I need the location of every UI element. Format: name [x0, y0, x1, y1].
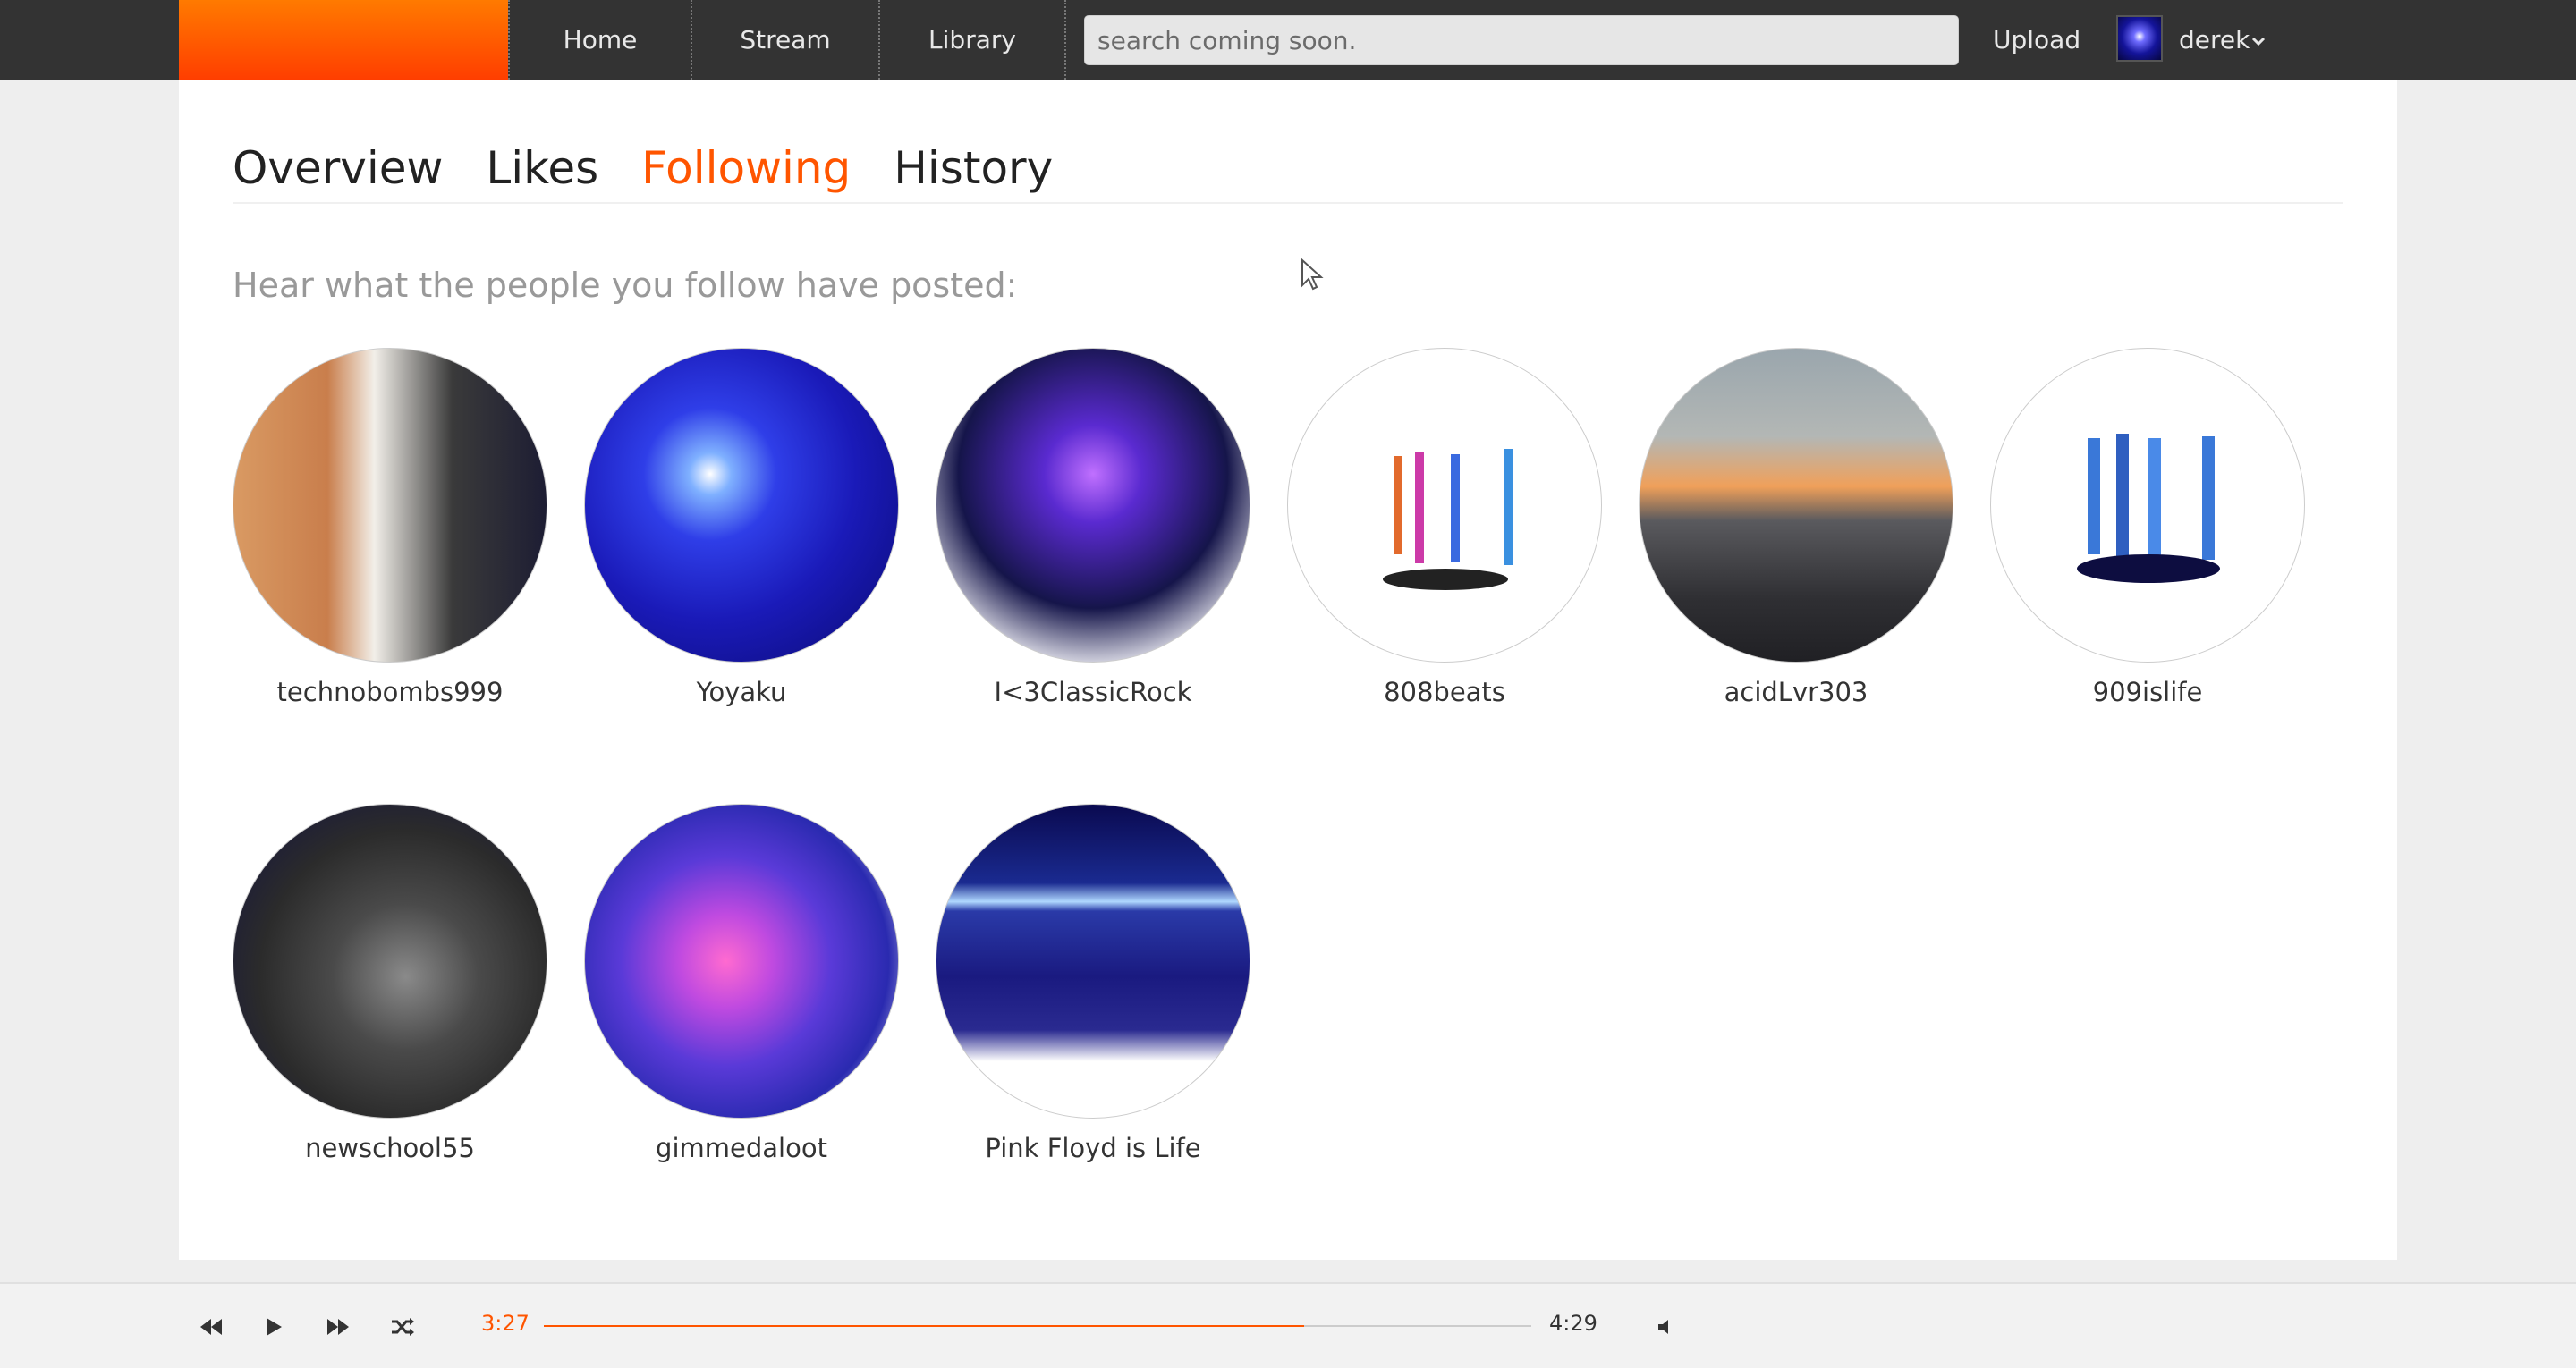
section-intro: Hear what the people you follow have pos… — [233, 266, 1018, 305]
user-name: technobombs999 — [276, 677, 504, 707]
following-card[interactable]: newschool55 — [233, 804, 547, 1163]
chevron-down-icon — [2251, 30, 2266, 51]
user-name: 808beats — [1384, 677, 1505, 707]
user-avatar-image — [936, 804, 1250, 1119]
previous-button[interactable] — [193, 1309, 229, 1345]
shuffle-icon — [392, 1318, 414, 1336]
user-name: 909islife — [2092, 677, 2203, 707]
following-card[interactable]: 808beats — [1287, 348, 1602, 707]
following-card[interactable]: Pink Floyd is Life — [936, 804, 1250, 1163]
user-avatar-image — [936, 348, 1250, 663]
following-card[interactable]: 909islife — [1990, 348, 2305, 707]
user-avatar-image — [584, 804, 899, 1119]
user-avatar-image — [233, 348, 547, 663]
current-time: 3:27 — [481, 1311, 530, 1336]
mouse-cursor-icon — [1301, 258, 1327, 292]
following-card[interactable]: I<3ClassicRock — [936, 348, 1250, 707]
fast-forward-icon — [327, 1319, 349, 1335]
user-name: newschool55 — [305, 1133, 475, 1163]
user-avatar-image — [584, 348, 899, 663]
following-card[interactable]: gimmedaloot — [584, 804, 899, 1163]
progress-bar[interactable] — [544, 1325, 1531, 1327]
username-label: derek — [2179, 25, 2250, 55]
user-name: I<3ClassicRock — [994, 677, 1192, 707]
nav-library[interactable]: Library — [880, 0, 1066, 80]
total-time: 4:29 — [1549, 1311, 1597, 1336]
avatar[interactable] — [2116, 15, 2163, 62]
progress-fill — [544, 1325, 1305, 1327]
user-avatar-image — [1287, 348, 1602, 663]
logo[interactable] — [179, 0, 508, 80]
volume-button[interactable] — [1648, 1309, 1683, 1345]
user-name: acidLvr303 — [1724, 677, 1868, 707]
user-name: gimmedaloot — [656, 1133, 827, 1163]
shuffle-button[interactable] — [385, 1309, 420, 1345]
user-avatar-image — [233, 804, 547, 1119]
user-name: Pink Floyd is Life — [985, 1133, 1201, 1163]
user-menu[interactable]: derek — [2179, 0, 2266, 80]
following-card[interactable]: Yoyaku — [584, 348, 899, 707]
rewind-icon — [200, 1319, 222, 1335]
play-button[interactable] — [256, 1309, 292, 1345]
search-input[interactable] — [1084, 15, 1959, 65]
main-content: Overview Likes Following History Hear wh… — [179, 80, 2397, 1260]
next-button[interactable] — [320, 1309, 356, 1345]
nav-home[interactable]: Home — [508, 0, 692, 80]
player-bar: 3:27 4:29 — [0, 1282, 2576, 1368]
upload-link[interactable]: Upload — [1993, 0, 2080, 80]
tabs-divider — [233, 202, 2343, 204]
following-card[interactable]: technobombs999 — [233, 348, 547, 707]
nav-stream[interactable]: Stream — [692, 0, 880, 80]
top-navigation-bar: Home Stream Library Upload derek — [0, 0, 2576, 80]
following-card[interactable]: acidLvr303 — [1639, 348, 1953, 707]
user-avatar-image — [1990, 348, 2305, 663]
user-avatar-image — [1639, 348, 1953, 663]
volume-icon — [1658, 1320, 1668, 1334]
play-icon — [267, 1318, 282, 1336]
user-name: Yoyaku — [696, 677, 787, 707]
